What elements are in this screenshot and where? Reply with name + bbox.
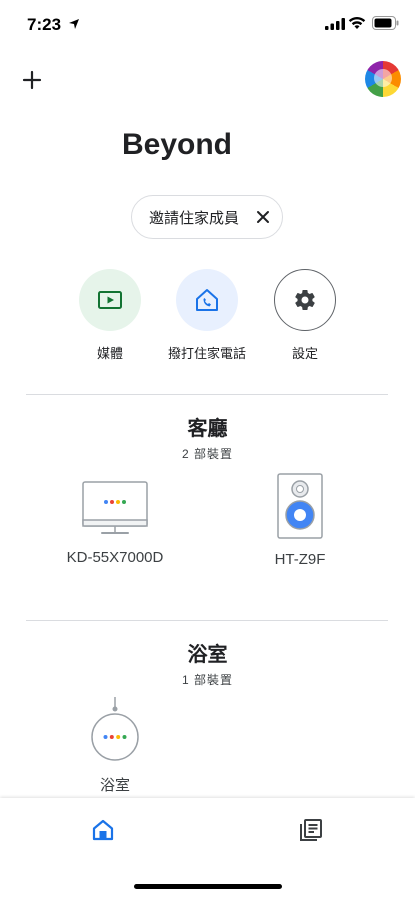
media-action-circle	[79, 269, 141, 331]
invite-member-chip[interactable]: 邀請住家成員	[131, 195, 283, 239]
home-call-icon	[196, 289, 218, 311]
bottom-navigation	[0, 798, 415, 900]
room-device-count: 1 部裝置	[181, 673, 233, 687]
device-tv[interactable]: KD-55X7000D	[45, 478, 185, 566]
home-icon[interactable]	[91, 818, 115, 842]
settings-action-label: 設定	[291, 346, 318, 361]
section-divider	[26, 620, 388, 621]
home-call-action-label: 撥打住家電話	[167, 346, 246, 361]
room-title-bathroom[interactable]: 浴室	[0, 638, 415, 667]
settings-action-circle	[274, 269, 336, 331]
google-home-screen: 7:23 Beyond 邀請住家成員 媒體 撥打住家電話 設定 客廳 2 部裝置…	[0, 0, 415, 900]
plus-icon	[22, 70, 42, 90]
device-label: KD-55X7000D	[66, 549, 164, 566]
media-action-label: 媒體	[96, 346, 123, 361]
section-divider	[26, 394, 388, 395]
settings-action[interactable]: 設定	[260, 269, 350, 362]
status-bar: 7:23	[0, 0, 415, 50]
device-label: HT-Z9F	[274, 551, 326, 568]
device-label: 浴室	[99, 777, 130, 794]
media-play-icon	[98, 291, 122, 309]
speaker-icon	[277, 473, 323, 539]
room-device-count: 2 部裝置	[181, 447, 233, 461]
device-speaker[interactable]: HT-Z9F	[240, 472, 360, 568]
account-avatar[interactable]	[365, 61, 401, 97]
cellular-signal-icon	[325, 18, 345, 30]
add-button[interactable]	[18, 66, 46, 94]
home-call-action[interactable]: 撥打住家電話	[162, 269, 252, 362]
gear-icon	[295, 290, 315, 311]
home-title[interactable]: Beyond	[122, 128, 232, 162]
wifi-icon	[348, 16, 366, 29]
tv-icon	[82, 481, 148, 534]
nest-mini-icon	[91, 697, 139, 761]
room-title-living-room[interactable]: 客廳	[0, 412, 415, 441]
home-indicator[interactable]	[134, 884, 282, 889]
status-time: 7:23	[27, 15, 62, 34]
invite-chip-label: 邀請住家成員	[149, 209, 240, 227]
location-arrow-icon	[69, 19, 79, 29]
close-icon[interactable]	[256, 210, 270, 224]
media-action[interactable]: 媒體	[65, 269, 155, 362]
battery-icon	[372, 16, 399, 30]
device-nest-mini[interactable]: 浴室	[70, 697, 160, 795]
home-call-action-circle	[176, 269, 238, 331]
feed-icon[interactable]	[299, 818, 323, 842]
